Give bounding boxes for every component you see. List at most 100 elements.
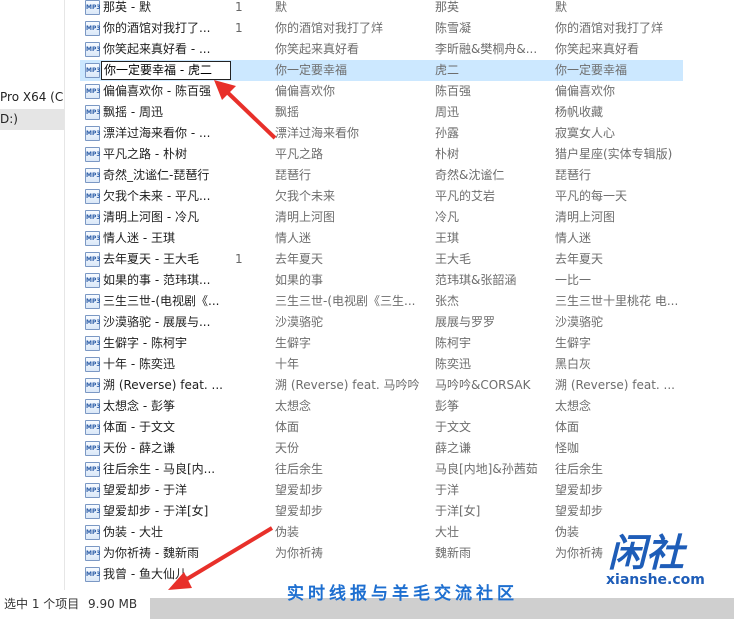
file-row[interactable]: MP3 飘摇 - 周迅 飘摇 周迅 杨帆收藏 bbox=[80, 102, 683, 123]
file-name: 情人迷 - 王琪 bbox=[103, 231, 175, 245]
track-artist: 陈百强 bbox=[435, 84, 472, 98]
track-number bbox=[235, 60, 265, 81]
mp3-file-icon: MP3 bbox=[85, 147, 101, 162]
track-title: 平凡之路 bbox=[275, 147, 324, 161]
track-title: 默 bbox=[275, 0, 288, 14]
file-name: 你笑起来真好看 - ... bbox=[103, 42, 211, 56]
file-icon-label: MP3 bbox=[86, 319, 101, 326]
file-row[interactable]: MP3 清明上河图 - 冷凡 清明上河图 冷凡 清明上河图 bbox=[80, 207, 683, 228]
track-number bbox=[235, 417, 265, 438]
track-artist: 马吟吟&CORSAK bbox=[435, 378, 531, 392]
file-row[interactable]: MP3 情人迷 - 王琪 情人迷 王琪 情人迷 bbox=[80, 228, 683, 249]
file-row[interactable]: MP3 望爱却步 - 于洋 望爱却步 于洋 望爱却步 bbox=[80, 480, 683, 501]
file-row[interactable]: MP3 为你祈祷 - 魏新雨 为你祈祷 魏新雨 为你祈祷 bbox=[80, 543, 683, 564]
track-number bbox=[235, 564, 265, 585]
mp3-file-icon: MP3 bbox=[85, 378, 101, 393]
track-album: 一比一 bbox=[555, 273, 592, 287]
track-title: 你一定要幸福 bbox=[275, 63, 348, 77]
mp3-file-icon: MP3 bbox=[85, 273, 101, 288]
track-album: 猎户星座(实体专辑版) bbox=[555, 147, 673, 161]
file-icon-label: MP3 bbox=[86, 4, 101, 11]
file-row[interactable]: MP3 你一定要幸福 - 虎二 你一定要幸福 虎二 你一定要幸福 bbox=[80, 60, 683, 81]
file-row[interactable]: MP3 偏偏喜欢你 - 陈百强 偏偏喜欢你 陈百强 偏偏喜欢你 bbox=[80, 81, 683, 102]
file-icon-label: MP3 bbox=[86, 340, 101, 347]
mp3-file-icon: MP3 bbox=[85, 567, 101, 582]
mp3-file-icon: MP3 bbox=[85, 483, 101, 498]
track-artist: 薛之谦 bbox=[435, 441, 472, 455]
file-row[interactable]: MP3 溯 (Reverse) feat. ... 溯 (Reverse) feat… bbox=[80, 375, 683, 396]
file-row[interactable]: MP3 十年 - 陈奕迅 十年 陈奕迅 黑白灰 bbox=[80, 354, 683, 375]
track-number bbox=[235, 543, 265, 564]
file-name: 三生三世-(电视剧《... bbox=[103, 294, 220, 308]
mp3-file-icon: MP3 bbox=[85, 441, 101, 456]
track-number bbox=[235, 312, 265, 333]
track-artist: 展展与罗罗 bbox=[435, 315, 496, 329]
file-icon-label: MP3 bbox=[86, 403, 101, 410]
file-icon-label: MP3 bbox=[86, 445, 101, 452]
mp3-file-icon: MP3 bbox=[85, 0, 101, 15]
file-name: 太想念 - 彭筝 bbox=[103, 399, 175, 413]
file-row[interactable]: MP3 如果的事 - 范玮琪... 如果的事 范玮琪&张韶涵 一比一 bbox=[80, 270, 683, 291]
file-row[interactable]: MP3 往后余生 - 马良[内... 往后余生 马良[内地]&孙茜茹 往后余生 bbox=[80, 459, 683, 480]
track-title: 溯 (Reverse) feat. 马吟吟 bbox=[275, 378, 420, 392]
track-artist: 大壮 bbox=[435, 525, 460, 539]
nav-item-drive-c[interactable]: Pro X64 (C:) bbox=[0, 87, 64, 108]
status-selection-count: 选中 1 个项目 bbox=[4, 597, 80, 611]
track-number bbox=[235, 186, 265, 207]
file-icon-label: MP3 bbox=[86, 46, 101, 53]
track-album: 平凡的每一天 bbox=[555, 189, 628, 203]
watermark-logo: 闲社 xianshe.com bbox=[600, 522, 730, 592]
file-row[interactable]: MP3 去年夏天 - 王大毛 1 去年夏天 王大毛 去年夏天 bbox=[80, 249, 683, 270]
track-artist: 魏新雨 bbox=[435, 546, 472, 560]
file-name: 奇然_沈谧仁-琵琶行 bbox=[103, 168, 210, 182]
track-title: 太想念 bbox=[275, 399, 312, 413]
nav-item-drive-d[interactable]: D:) bbox=[0, 109, 64, 130]
file-icon-label: MP3 bbox=[86, 214, 101, 221]
track-artist: 冷凡 bbox=[435, 210, 460, 224]
track-album: 寂寞女人心 bbox=[555, 126, 616, 140]
file-row[interactable]: MP3 望爱却步 - 于洋[女] 望爱却步 于洋[女] 望爱却步 bbox=[80, 501, 683, 522]
file-icon-label: MP3 bbox=[86, 382, 101, 389]
track-title: 为你祈祷 bbox=[275, 546, 324, 560]
track-album: 望爱却步 bbox=[555, 504, 604, 518]
track-artist: 周迅 bbox=[435, 105, 460, 119]
file-row[interactable]: MP3 那英 - 默 1 默 那英 默 bbox=[80, 0, 683, 18]
file-name: 漂洋过海来看你 - ... bbox=[103, 126, 211, 140]
file-row[interactable]: MP3 伪装 - 大壮 伪装 大壮 伪装 bbox=[80, 522, 683, 543]
file-row[interactable]: MP3 三生三世-(电视剧《... 三生三世-(电视剧《三生... 张杰 三生三世十里桃… bbox=[80, 291, 683, 312]
file-row[interactable]: MP3 你的酒馆对我打了... 1 你的酒馆对我打了烊 陈雪凝 你的酒馆对我打了烊 bbox=[80, 18, 683, 39]
track-album: 望爱却步 bbox=[555, 483, 604, 497]
track-album: 沙漠骆驼 bbox=[555, 315, 604, 329]
status-selection-size: 9.90 MB bbox=[88, 597, 138, 611]
file-name: 往后余生 - 马良[内... bbox=[103, 462, 216, 476]
file-row[interactable]: MP3 漂洋过海来看你 - ... 漂洋过海来看你 孙露 寂寞女人心 bbox=[80, 123, 683, 144]
file-name: 那英 - 默 bbox=[103, 0, 151, 14]
file-icon-label: MP3 bbox=[86, 277, 101, 284]
file-name: 你的酒馆对我打了... bbox=[103, 21, 211, 35]
file-row[interactable]: MP3 太想念 - 彭筝 太想念 彭筝 太想念 bbox=[80, 396, 683, 417]
file-row[interactable]: MP3 平凡之路 - 朴树 平凡之路 朴树 猎户星座(实体专辑版) bbox=[80, 144, 683, 165]
file-row[interactable]: MP3 欠我个未来 - 平凡... 欠我个未来 平凡的艾岩 平凡的每一天 bbox=[80, 186, 683, 207]
file-row[interactable]: MP3 沙漠骆驼 - 展展与... 沙漠骆驼 展展与罗罗 沙漠骆驼 bbox=[80, 312, 683, 333]
file-name: 平凡之路 - 朴树 bbox=[103, 147, 187, 161]
file-row[interactable]: MP3 你笑起来真好看 - ... 你笑起来真好看 李昕融&樊桐舟&... 你笑起来真好… bbox=[80, 39, 683, 60]
track-title: 沙漠骆驼 bbox=[275, 315, 324, 329]
track-number bbox=[235, 459, 265, 480]
file-row[interactable]: MP3 天份 - 薛之谦 天份 薛之谦 怪咖 bbox=[80, 438, 683, 459]
file-name: 为你祈祷 - 魏新雨 bbox=[103, 546, 199, 560]
mp3-file-icon: MP3 bbox=[85, 315, 101, 330]
file-row[interactable]: MP3 生僻字 - 陈柯宇 生僻字 陈柯宇 生僻字 bbox=[80, 333, 683, 354]
file-name: 十年 - 陈奕迅 bbox=[103, 357, 175, 371]
file-icon-label: MP3 bbox=[86, 193, 101, 200]
track-number bbox=[235, 207, 265, 228]
file-row[interactable]: MP3 奇然_沈谧仁-琵琶行 琵琶行 奇然&沈谧仁 琵琶行 bbox=[80, 165, 683, 186]
file-icon-label: MP3 bbox=[86, 256, 101, 263]
track-title: 漂洋过海来看你 bbox=[275, 126, 360, 140]
track-title: 望爱却步 bbox=[275, 483, 324, 497]
mp3-file-icon: MP3 bbox=[85, 210, 101, 225]
track-title: 生僻字 bbox=[275, 336, 312, 350]
track-title: 望爱却步 bbox=[275, 504, 324, 518]
mp3-file-icon: MP3 bbox=[85, 231, 101, 246]
rename-input[interactable]: 你一定要幸福 - 虎二 bbox=[101, 61, 231, 80]
file-row[interactable]: MP3 体面 - 于文文 体面 于文文 体面 bbox=[80, 417, 683, 438]
